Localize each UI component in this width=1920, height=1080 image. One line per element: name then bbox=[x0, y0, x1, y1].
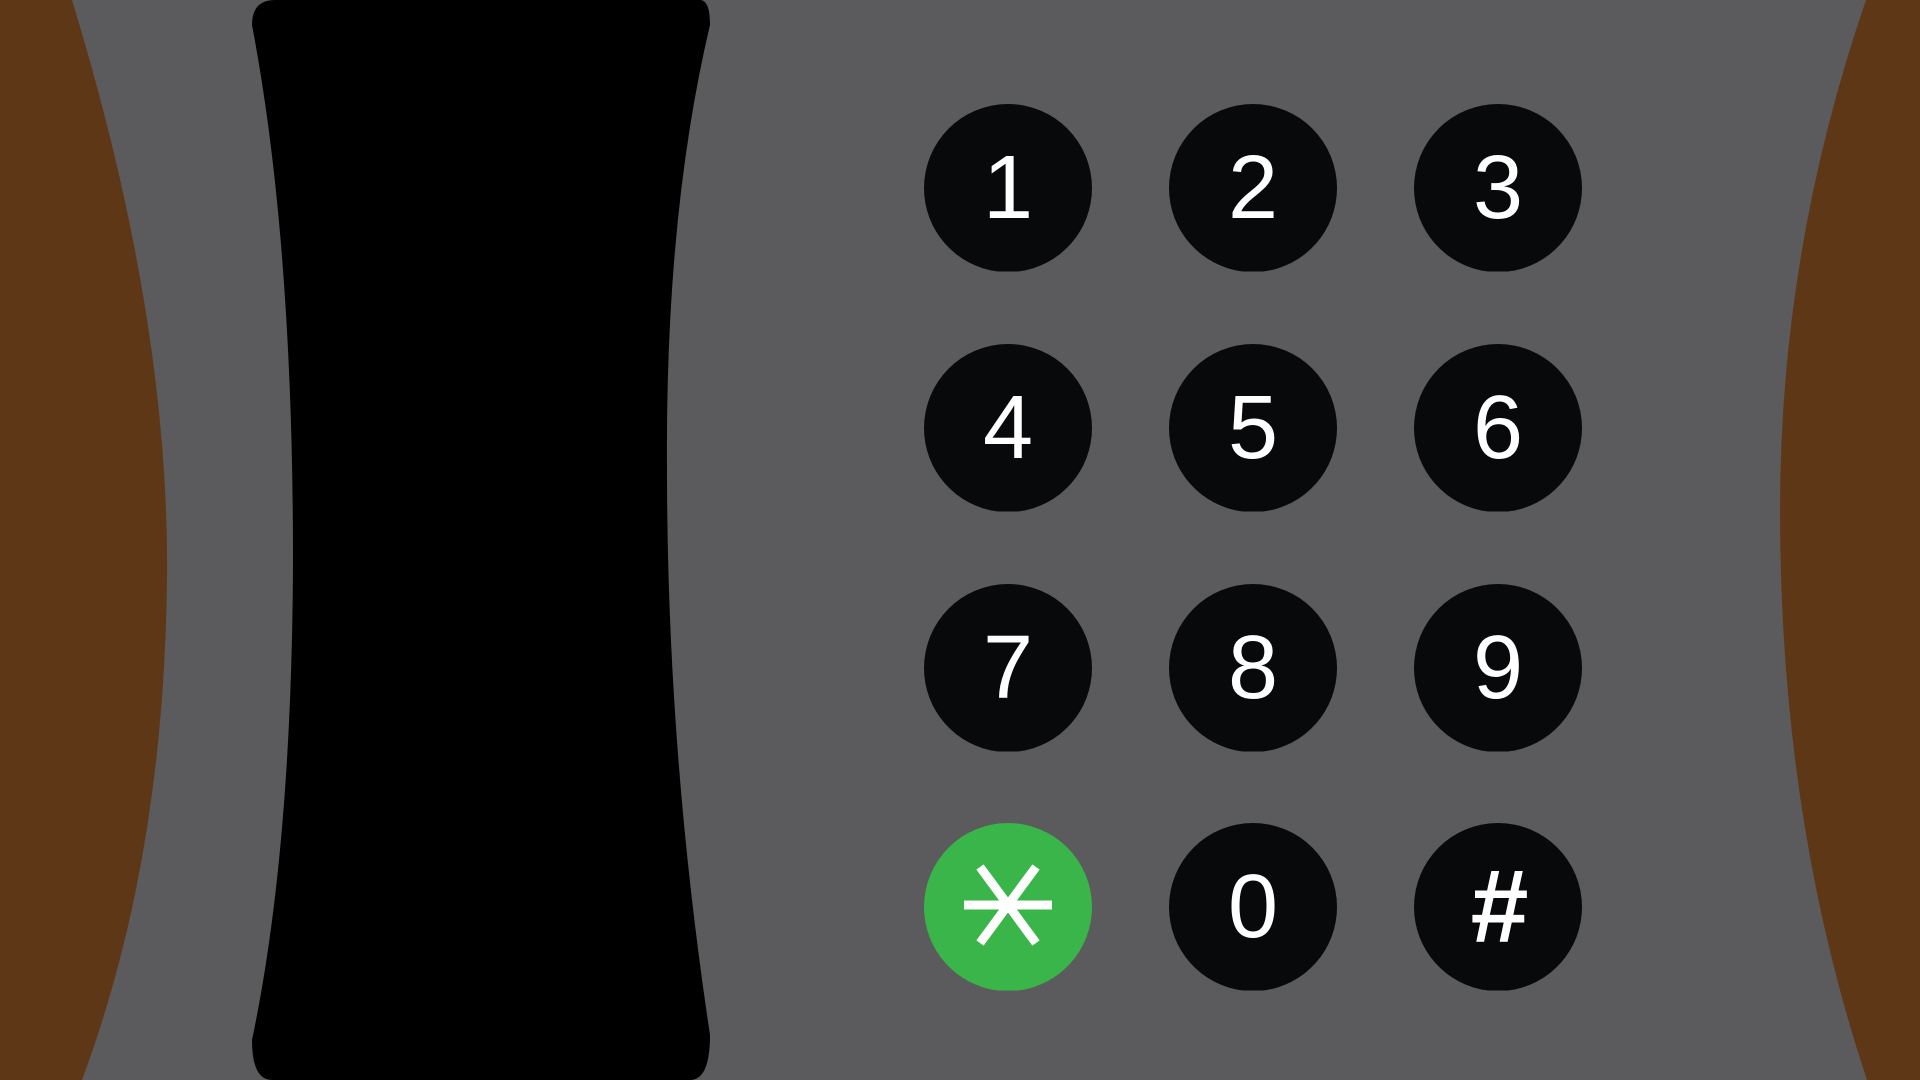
key-3[interactable]: 3 bbox=[1413, 104, 1582, 272]
key-1-label: 1 bbox=[982, 138, 1034, 238]
key-star-label: * bbox=[924, 823, 1092, 991]
key-7[interactable]: 7 bbox=[923, 584, 1092, 752]
key-4-label: 4 bbox=[982, 378, 1034, 478]
key-0-label: 0 bbox=[1227, 857, 1279, 957]
key-4[interactable]: 4 bbox=[923, 344, 1092, 512]
key-5-label: 5 bbox=[1227, 378, 1279, 478]
key-2[interactable]: 2 bbox=[1168, 104, 1337, 272]
key-6-label: 6 bbox=[1472, 378, 1524, 478]
key-star[interactable]: * bbox=[923, 823, 1092, 991]
key-hash-label: # bbox=[1469, 849, 1527, 965]
key-8-label: 8 bbox=[1227, 618, 1279, 718]
key-1[interactable]: 1 bbox=[923, 104, 1092, 272]
key-5[interactable]: 5 bbox=[1168, 344, 1337, 512]
key-2-label: 2 bbox=[1227, 138, 1279, 238]
key-0[interactable]: 0 bbox=[1168, 823, 1337, 991]
key-hash[interactable]: # bbox=[1413, 823, 1582, 991]
handset[interactable] bbox=[252, 0, 710, 1080]
key-6[interactable]: 6 bbox=[1413, 344, 1582, 512]
phone-stage: 1 2 3 4 5 6 7 8 9 * 0 # bbox=[0, 0, 1920, 1080]
key-3-label: 3 bbox=[1472, 138, 1524, 238]
key-9-label: 9 bbox=[1472, 618, 1524, 718]
key-9[interactable]: 9 bbox=[1413, 584, 1582, 752]
key-8[interactable]: 8 bbox=[1168, 584, 1337, 752]
key-7-label: 7 bbox=[982, 618, 1034, 718]
